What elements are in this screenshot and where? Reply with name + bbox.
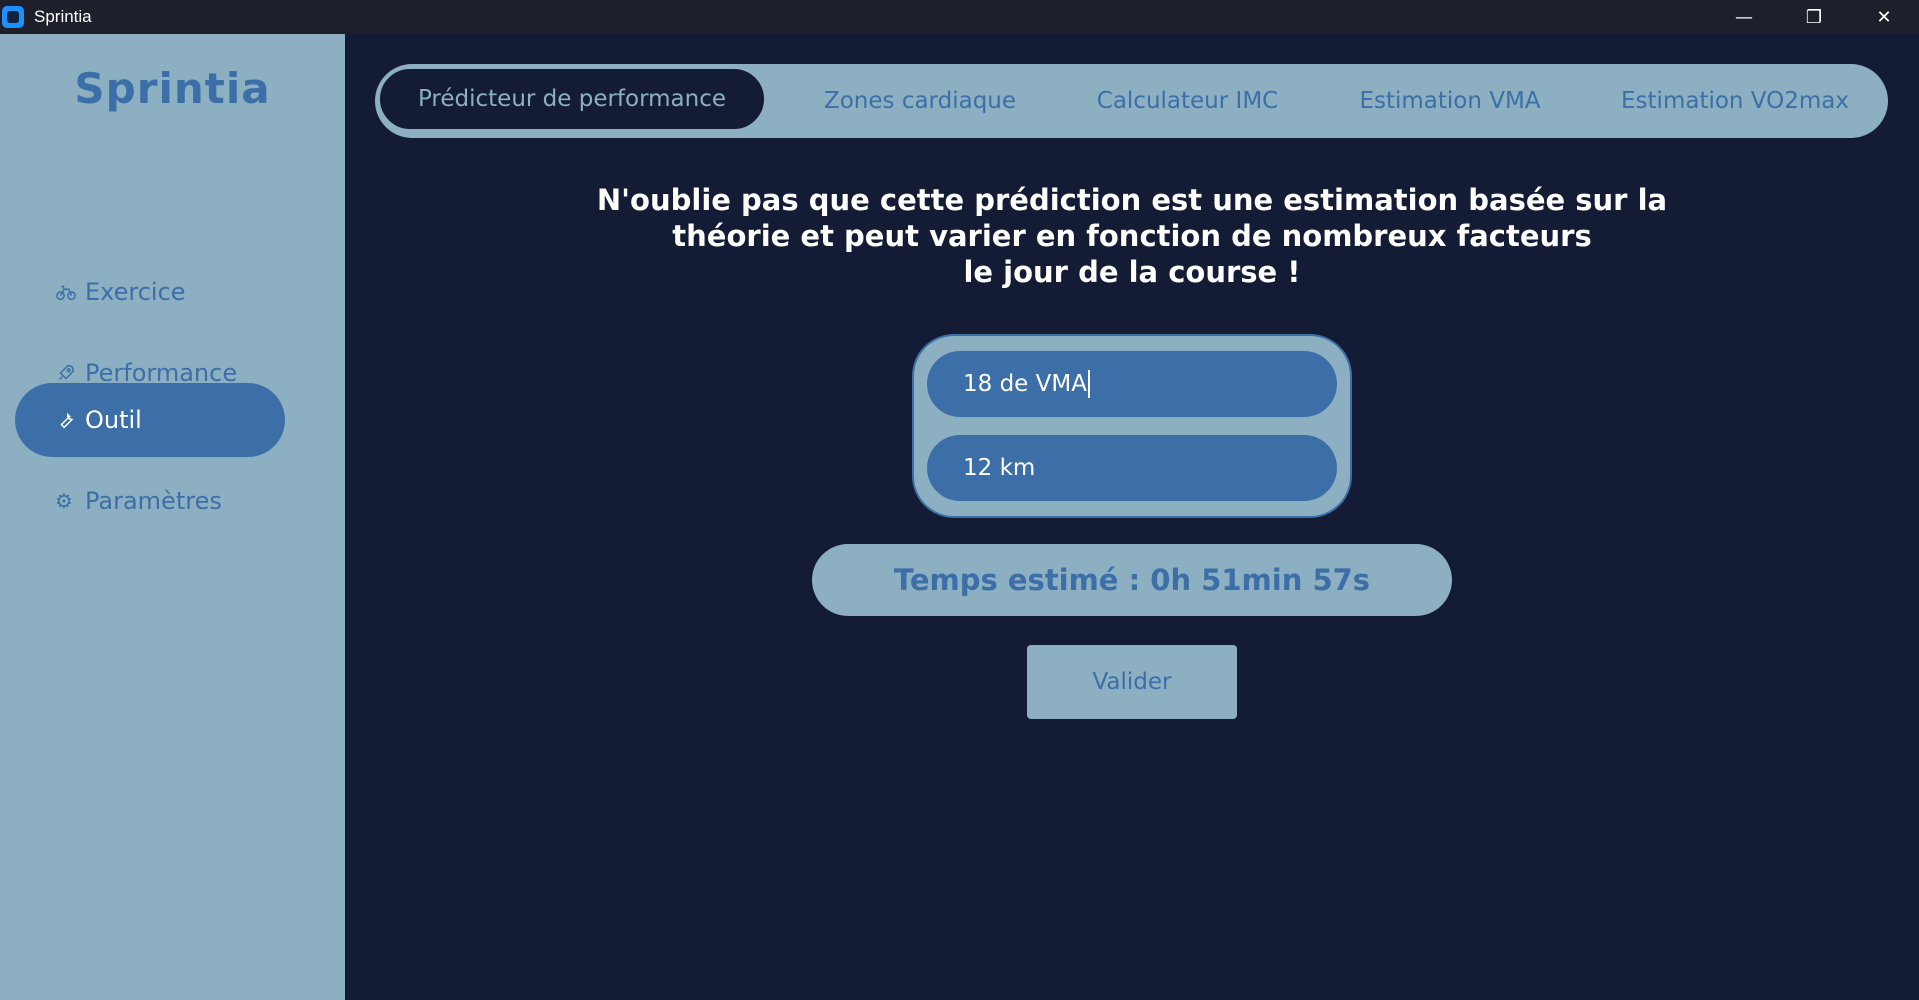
disclaimer-line: N'oublie pas que cette prédiction est un… — [596, 183, 1668, 217]
prediction-disclaimer: N'oublie pas que cette prédiction est un… — [345, 182, 1919, 290]
sidebar-item-label: Outil — [85, 406, 142, 434]
restore-button[interactable]: ❐ — [1779, 0, 1849, 34]
distance-input-value: 12 km — [963, 455, 1036, 481]
close-button[interactable]: ✕ — [1849, 0, 1919, 34]
tab-calculateur-imc[interactable]: Calculateur IMC — [1070, 64, 1305, 138]
sidebar-item-exercice[interactable]: Exercice — [15, 255, 285, 329]
validate-button[interactable]: Valider — [1027, 645, 1237, 719]
sidebar-item-label: Exercice — [85, 278, 186, 306]
window-controls: — ❐ ✕ — [1709, 0, 1919, 34]
tab-zones-cardiaque[interactable]: Zones cardiaque — [795, 64, 1045, 138]
distance-input[interactable]: 12 km — [927, 435, 1337, 501]
gear-icon: ⚙ — [55, 489, 73, 513]
disclaimer-line: le jour de la course ! — [963, 255, 1301, 289]
tab-estimation-vo2max[interactable]: Estimation VO2max — [1595, 64, 1875, 138]
vma-input-value: 18 de VMA — [963, 371, 1087, 397]
disclaimer-line: théorie et peut varier en fonction de no… — [672, 219, 1592, 253]
sidebar-item-outil[interactable]: Outil — [15, 383, 285, 457]
bike-icon — [55, 281, 85, 303]
title-bar: Sprintia — ❐ ✕ — [0, 0, 1919, 34]
tab-predicteur[interactable]: Prédicteur de performance — [377, 66, 767, 132]
main-content: Prédicteur de performance Zones cardiaqu… — [345, 34, 1919, 1000]
sidebar-item-parametres[interactable]: ⚙ Paramètres — [15, 464, 285, 538]
text-caret — [1087, 370, 1090, 398]
tab-bar: Prédicteur de performance Zones cardiaqu… — [375, 64, 1888, 138]
sidebar-item-label: Paramètres — [85, 487, 222, 515]
window-title: Sprintia — [34, 7, 92, 26]
vma-input[interactable]: 18 de VMA — [927, 351, 1337, 417]
app-icon — [2, 6, 24, 28]
wrench-icon — [55, 409, 85, 431]
brand-logo: Sprintia — [74, 64, 271, 113]
tab-estimation-vma[interactable]: Estimation VMA — [1330, 64, 1570, 138]
input-group: 18 de VMA 12 km — [912, 334, 1352, 518]
sidebar: Sprintia Exercice Performance Outil ⚙ Pa… — [0, 34, 345, 1000]
rocket-icon — [55, 362, 85, 384]
minimize-button[interactable]: — — [1709, 0, 1779, 34]
estimated-time-result: Temps estimé : 0h 51min 57s — [812, 544, 1452, 616]
